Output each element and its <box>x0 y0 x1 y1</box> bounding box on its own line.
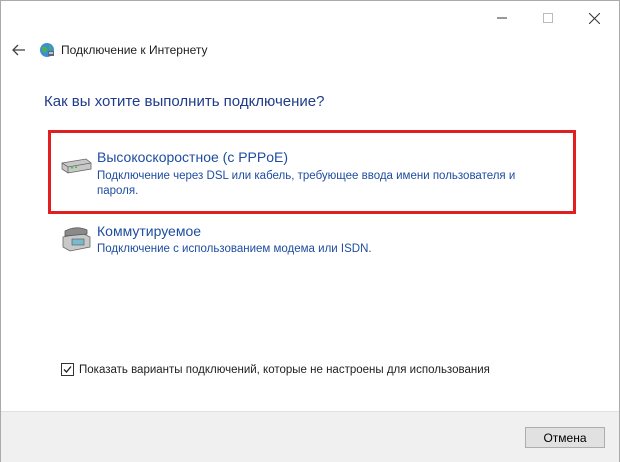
option-dialup[interactable]: Коммутируемое Подключение с использовани… <box>52 221 572 265</box>
minimize-button[interactable] <box>479 1 525 35</box>
dialog-window: Подключение к Интернету Как вы хотите вы… <box>0 0 620 462</box>
navigation-bar: Подключение к Интернету <box>1 35 619 65</box>
show-unconfigured-checkbox[interactable] <box>61 363 74 376</box>
dialog-footer: Отмена <box>1 411 619 462</box>
close-icon <box>588 12 600 24</box>
show-unconfigured-label: Показать варианты подключений, которые н… <box>79 363 490 376</box>
option-description: Подключение через DSL или кабель, требую… <box>97 170 516 197</box>
option-title: Коммутируемое <box>97 223 202 239</box>
back-arrow-icon <box>12 44 25 56</box>
checkmark-icon <box>63 366 72 373</box>
cancel-button[interactable]: Отмена <box>525 427 605 448</box>
broadband-modem-icon <box>61 158 92 174</box>
show-unconfigured-row: Показать варианты подключений, которые н… <box>61 363 490 376</box>
network-globe-icon <box>40 43 54 57</box>
close-button[interactable] <box>571 1 617 35</box>
option-title: Высокоскоростное (с PPPoE) <box>97 149 289 165</box>
option-broadband-pppoe[interactable]: Высокоскоростное (с PPPoE) Подключение ч… <box>52 133 572 209</box>
back-button[interactable] <box>9 40 29 60</box>
maximize-icon <box>543 13 553 23</box>
option-description: Подключение с использованием модема или … <box>97 243 372 255</box>
maximize-button[interactable] <box>525 1 571 35</box>
page-heading: Как вы хотите выполнить подключение? <box>44 93 325 110</box>
window-title: Подключение к Интернету <box>61 43 208 57</box>
dialup-phone-icon <box>62 227 91 252</box>
minimize-icon <box>497 17 507 19</box>
title-bar <box>1 1 619 35</box>
